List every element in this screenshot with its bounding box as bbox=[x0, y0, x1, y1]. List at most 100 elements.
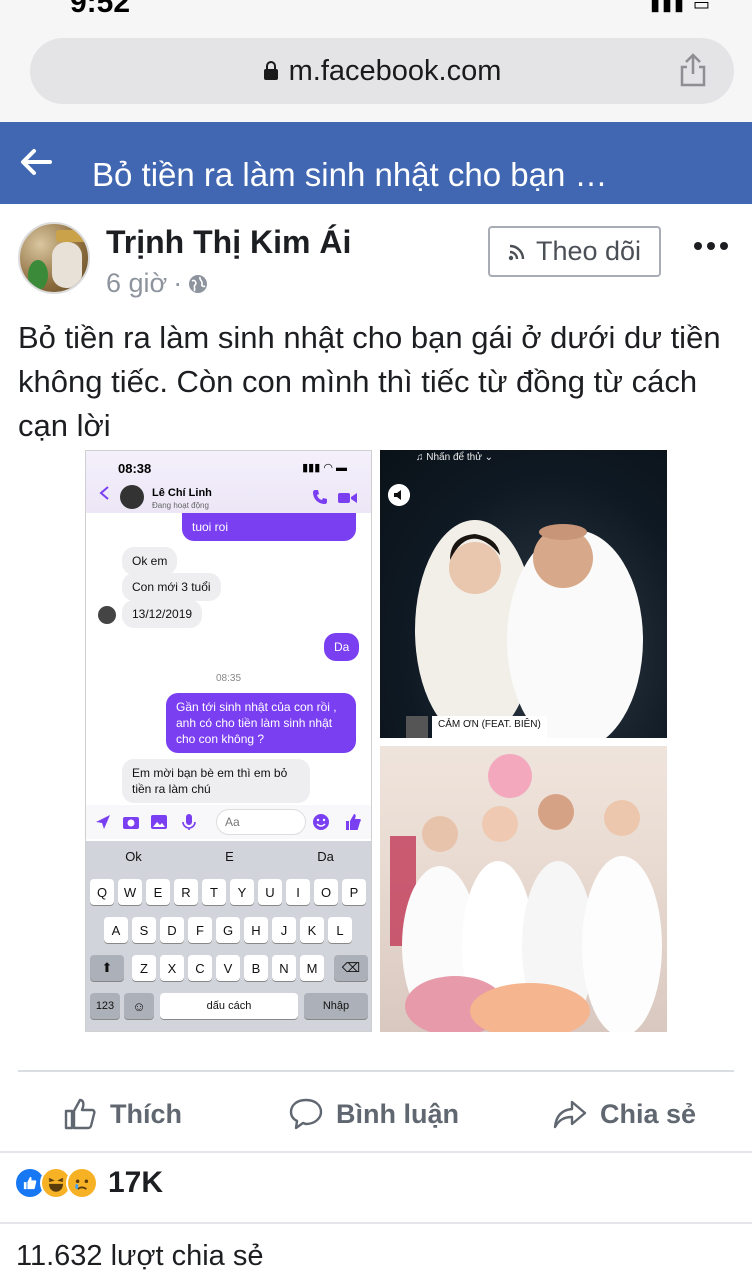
shot-suggestion: E bbox=[225, 849, 234, 864]
shot-image-icon bbox=[151, 815, 167, 829]
shot-key: K bbox=[300, 917, 324, 943]
shot-key: Z bbox=[132, 955, 156, 981]
divider bbox=[18, 1070, 734, 1072]
more-options-icon[interactable] bbox=[694, 236, 728, 256]
shot-timestamp: 08:35 bbox=[215, 673, 242, 684]
shot-suggestion: Ok bbox=[125, 849, 142, 864]
shot-key: P bbox=[342, 879, 366, 905]
shot-contact-name: Lê Chí Linh bbox=[152, 487, 212, 499]
shot-phone-icon bbox=[313, 490, 327, 504]
post-meta: 6 giờ · bbox=[106, 268, 208, 299]
shot-send-location-icon bbox=[96, 815, 110, 829]
rss-icon bbox=[508, 244, 525, 260]
shot-key: M bbox=[300, 955, 324, 981]
globe-icon bbox=[189, 274, 208, 293]
follow-button[interactable]: Theo dõi bbox=[488, 226, 661, 277]
comment-button[interactable]: Bình luận bbox=[288, 1092, 459, 1136]
divider bbox=[0, 1222, 752, 1224]
follow-label: Theo dõi bbox=[535, 236, 642, 266]
lock-icon bbox=[263, 61, 278, 80]
shot-message-in: 13/12/2019 bbox=[122, 600, 203, 628]
shot-emoji-key-icon: ☺ bbox=[124, 993, 154, 1019]
like-button[interactable]: Thích bbox=[62, 1092, 182, 1136]
shot-message-input: Aa bbox=[216, 809, 306, 835]
shot-key: N bbox=[272, 955, 296, 981]
post-time[interactable]: 6 giờ bbox=[106, 268, 167, 299]
shot-key: T bbox=[202, 879, 226, 905]
shot-key: U bbox=[258, 879, 282, 905]
shot-key: Q bbox=[90, 879, 114, 905]
comment-label: Bình luận bbox=[336, 1098, 459, 1129]
shot-emoji-icon bbox=[313, 814, 329, 830]
shot-message-out: tuoi roi bbox=[182, 513, 356, 541]
page-title: Bỏ tiền ra làm sinh nhật cho bạn … bbox=[92, 156, 608, 193]
status-time: 9:52 bbox=[70, 0, 131, 19]
shot-key: Y bbox=[230, 879, 254, 905]
author-name[interactable]: Trịnh Thị Kim Ái bbox=[106, 224, 351, 261]
shot-key: H bbox=[244, 917, 268, 943]
shot-key: X bbox=[160, 955, 184, 981]
shot-key: D bbox=[160, 917, 184, 943]
shot-shift-icon: ⬆ bbox=[90, 955, 124, 981]
page-header: Bỏ tiền ra làm sinh nhật cho bạn … bbox=[0, 122, 752, 204]
shot-camera-icon bbox=[123, 817, 139, 829]
post-text: Bỏ tiền ra làm sinh nhật cho bạn gái ở d… bbox=[18, 320, 721, 443]
messenger-screenshot[interactable]: 08:38 ▮▮▮ ◠ ▬ Lê Chí Linh Đang hoạt động… bbox=[85, 450, 372, 1032]
like-label: Thích bbox=[110, 1098, 182, 1129]
share-arrow-icon bbox=[553, 1100, 587, 1129]
shot-message-out: Gần tới sinh nhật của con rồi , anh có c… bbox=[166, 693, 356, 753]
shot-return-key: Nhập bbox=[304, 993, 368, 1019]
group-illustration bbox=[390, 754, 662, 1032]
shot-key: C bbox=[188, 955, 212, 981]
shot-message-in: Em mời bạn bè em thì em bỏ tiền ra làm c… bbox=[122, 759, 310, 803]
share-label: Chia sẻ bbox=[600, 1098, 697, 1129]
shot-key: O bbox=[314, 879, 338, 905]
author-avatar[interactable] bbox=[18, 222, 90, 294]
shot-key: S bbox=[132, 917, 156, 943]
shot-message-out: Da bbox=[324, 633, 360, 661]
meta-separator: · bbox=[173, 268, 183, 298]
song-thumbnail bbox=[406, 716, 428, 738]
shot-key-123: 123 bbox=[90, 993, 120, 1019]
shot-time: 08:38 bbox=[118, 461, 152, 476]
shot-key: E bbox=[146, 879, 170, 905]
shot-message-in: Ok em bbox=[122, 547, 178, 575]
shot-message-in: Con mới 3 tuổi bbox=[122, 573, 221, 601]
share-button[interactable]: Chia sẻ bbox=[552, 1092, 696, 1136]
back-arrow-icon[interactable] bbox=[20, 146, 52, 178]
shot-key: J bbox=[272, 917, 296, 943]
photo-couple[interactable]: ♫ Nhấn để thử ⌄ CẢM ƠN (FEAT. BIÊN) bbox=[380, 450, 667, 738]
shot-key: A bbox=[104, 917, 128, 943]
reaction-count: 17K bbox=[108, 1166, 164, 1199]
shot-like-icon bbox=[346, 814, 361, 830]
shot-video-icon bbox=[338, 493, 357, 503]
shot-key: I bbox=[286, 879, 310, 905]
couple-illustration bbox=[415, 520, 643, 738]
status-bar: 9:52 ▮▮▮ ▭ bbox=[0, 0, 752, 28]
shot-key: V bbox=[216, 955, 240, 981]
reaction-summary[interactable]: 17K bbox=[14, 1166, 163, 1200]
song-label: CẢM ƠN (FEAT. BIÊN) bbox=[432, 716, 547, 738]
share-count[interactable]: 11.632 lượt chia sẻ bbox=[16, 1240, 263, 1273]
share-icon[interactable] bbox=[678, 52, 708, 88]
shot-contact-avatar bbox=[120, 485, 144, 509]
shot-contact-status: Đang hoạt động bbox=[152, 501, 209, 510]
shot-key: B bbox=[244, 955, 268, 981]
thumbs-up-icon bbox=[64, 1098, 96, 1130]
divider bbox=[0, 1151, 752, 1153]
shot-suggestion: Da bbox=[317, 849, 334, 864]
photo-group[interactable] bbox=[380, 746, 667, 1032]
shot-back-icon bbox=[99, 486, 109, 500]
shot-key: F bbox=[188, 917, 212, 943]
shot-signal-icon: ▮▮▮ ◠ ▬ bbox=[302, 462, 347, 474]
shot-key: L bbox=[328, 917, 352, 943]
shot-mic-icon bbox=[182, 814, 196, 830]
signal-icon: ▮▮▮ ▭ bbox=[650, 0, 712, 14]
shot-key: R bbox=[174, 879, 198, 905]
shot-space-key: dấu cách bbox=[160, 993, 298, 1019]
post-images[interactable]: 08:38 ▮▮▮ ◠ ▬ Lê Chí Linh Đang hoạt động… bbox=[85, 450, 667, 1032]
url-text: m.facebook.com bbox=[288, 54, 502, 87]
comment-icon bbox=[289, 1098, 323, 1130]
sad-reaction-icon bbox=[66, 1167, 98, 1199]
address-bar[interactable]: m.facebook.com bbox=[30, 38, 734, 104]
